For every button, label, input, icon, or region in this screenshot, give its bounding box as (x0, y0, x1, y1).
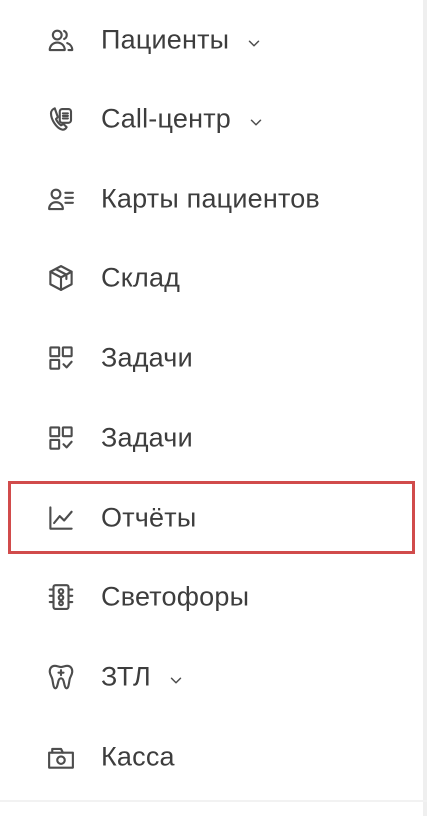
sidebar-item-label: Карты пациентов (101, 183, 320, 214)
warehouse-box-icon (45, 262, 77, 294)
sidebar-item-ztl[interactable]: ЗТЛ (0, 648, 418, 706)
sidebar-item-cash-register[interactable]: Касса (0, 728, 418, 786)
sidebar-item-label: Склад (101, 262, 181, 293)
sidebar-item-patients[interactable]: Пациенты (0, 11, 418, 69)
chevron-down-icon[interactable] (167, 665, 185, 684)
cash-register-icon (45, 741, 77, 773)
traffic-light-icon (45, 581, 77, 613)
sidebar-item-traffic-lights[interactable]: Светофоры (0, 568, 418, 626)
sidebar-item-tasks[interactable]: Задачи (0, 329, 418, 387)
sidebar-item-patient-cards[interactable]: Карты пациентов (0, 170, 418, 228)
tooth-icon (45, 661, 77, 693)
sidebar-item-label: Пациенты (101, 25, 263, 56)
chevron-down-icon[interactable] (247, 107, 265, 126)
sidebar-item-label: Светофоры (101, 581, 250, 612)
patient-cards-icon (45, 183, 77, 215)
sidebar: Пациенты Call-центр Карты пациентов Скла… (0, 0, 427, 816)
sidebar-bottom-divider (0, 800, 427, 802)
sidebar-item-label: Задачи (101, 422, 193, 453)
sidebar-item-label: ЗТЛ (101, 662, 185, 693)
sidebar-item-label: Задачи (101, 342, 193, 373)
patients-icon (45, 24, 77, 56)
sidebar-divider (423, 0, 427, 816)
sidebar-item-call-center[interactable]: Call-центр (0, 90, 418, 148)
sidebar-item-label: Отчёты (101, 502, 197, 533)
chevron-down-icon[interactable] (245, 28, 263, 47)
sidebar-item-warehouse[interactable]: Склад (0, 249, 418, 307)
sidebar-item-tasks-2[interactable]: Задачи (0, 409, 418, 467)
sidebar-item-label: Call-центр (101, 104, 265, 135)
reports-chart-icon (45, 502, 77, 534)
tasks-icon (45, 422, 77, 454)
sidebar-item-label: Касса (101, 741, 175, 772)
sidebar-item-reports[interactable]: Отчёты (0, 489, 418, 547)
tasks-icon (45, 342, 77, 374)
call-center-icon (45, 103, 77, 135)
